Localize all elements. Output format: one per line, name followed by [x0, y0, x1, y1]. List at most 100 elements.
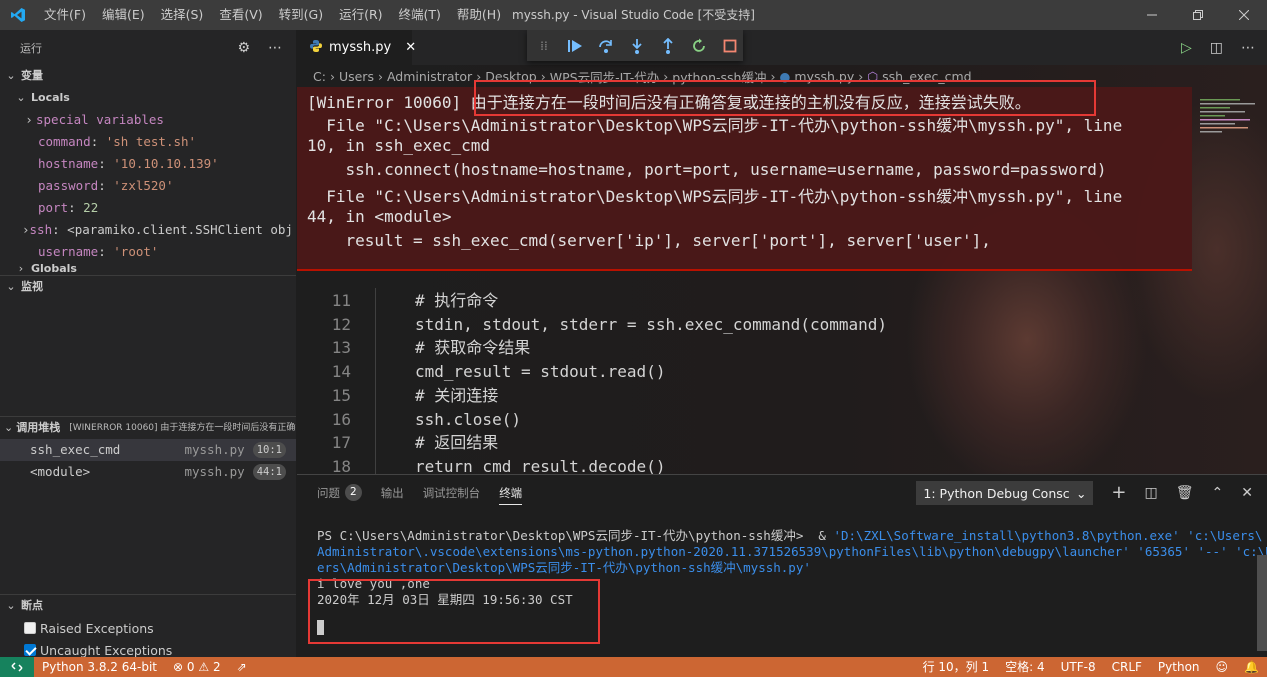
breadcrumb-item[interactable]: Desktop [485, 69, 537, 84]
tab-debug-console[interactable]: 调试控制台 [423, 475, 481, 510]
new-terminal-icon[interactable]: + [1111, 482, 1126, 503]
traceback-line: ssh.connect(hostname=hostname, port=port… [307, 160, 1107, 179]
special-variables-item[interactable]: › special variables [0, 109, 296, 131]
stack-frame[interactable]: ssh_exec_cmd myssh.py 10:1 [0, 439, 296, 461]
variables-section-header[interactable]: ⌄ 变量 [0, 65, 296, 87]
language-mode[interactable]: Python [1150, 657, 1208, 677]
code-line[interactable]: 18 return cmd_result.decode() [297, 455, 1192, 474]
step-over-button[interactable] [597, 37, 615, 55]
debug-toolbar: ⁞⁞ [527, 30, 743, 61]
line-text: ssh.close() [415, 410, 521, 429]
breadcrumb-item[interactable]: C: [313, 69, 326, 84]
menu-selection[interactable]: 选择(S) [153, 0, 212, 30]
close-panel-icon[interactable]: ✕ [1241, 485, 1253, 501]
chevron-right-icon: › [18, 263, 24, 275]
stop-button[interactable] [721, 37, 739, 55]
breakpoint-uncaught-exceptions[interactable]: Uncaught Exceptions [0, 639, 296, 657]
locals-scope[interactable]: ⌄ Locals [0, 87, 296, 109]
end-of-line[interactable]: CRLF [1104, 657, 1150, 677]
chevron-down-icon: ⌄ [4, 421, 14, 434]
run-file-icon[interactable]: ▷ [1181, 40, 1192, 56]
code-line[interactable]: 12 stdin, stdout, stderr = ssh.exec_comma… [297, 313, 1192, 337]
variable-item[interactable]: hostname: '10.10.10.139' [0, 153, 296, 175]
variable-item[interactable]: password: 'zxl520' [0, 175, 296, 197]
more-actions-icon[interactable]: ⋯ [1241, 40, 1255, 56]
line-text: # 返回结果 [415, 433, 499, 452]
close-tab-icon[interactable]: ✕ [405, 40, 416, 55]
terminal-scrollbar[interactable] [1257, 555, 1267, 651]
call-stack-header[interactable]: ⌄ 调用堆栈 [WINERROR 10060] 由于连接方在一段时间后没有正确答 [0, 417, 296, 439]
restore-button[interactable] [1175, 0, 1221, 30]
menu-run[interactable]: 运行(R) [331, 0, 390, 30]
tab-output[interactable]: 输出 [381, 475, 404, 510]
line-number: 17 [331, 433, 351, 452]
maximize-panel-icon[interactable]: ⌃ [1212, 485, 1224, 501]
breadcrumb-item[interactable]: python-ssh缓冲 [672, 67, 766, 86]
minimize-button[interactable] [1129, 0, 1175, 30]
menu-edit[interactable]: 编辑(E) [94, 0, 153, 30]
breadcrumb-item[interactable]: Administrator [387, 69, 472, 84]
menu-file[interactable]: 文件(F) [36, 0, 94, 30]
watch-section-header[interactable]: ⌄ 监视 [0, 275, 296, 297]
live-share-icon[interactable]: ⇗ [229, 657, 255, 677]
breakpoint-label: Raised Exceptions [40, 620, 154, 636]
drag-handle-icon[interactable]: ⁞⁞ [535, 37, 553, 55]
problems-summary[interactable]: ⊗ 0 ⚠ 2 [165, 657, 229, 677]
variable-item[interactable]: port: 22 [0, 197, 296, 219]
menu-terminal[interactable]: 终端(T) [391, 0, 449, 30]
code-line[interactable]: 13 # 获取命令结果 [297, 336, 1192, 360]
terminal-select[interactable]: 1: Python Debug Consc ⌄ [916, 480, 1094, 505]
variable-item[interactable]: username: 'root' [0, 241, 296, 263]
python-interpreter[interactable]: Python 3.8.2 64-bit [34, 657, 165, 677]
breadcrumb-item[interactable]: ssh_exec_cmd [882, 69, 971, 84]
globals-scope[interactable]: › Globals [0, 263, 296, 275]
continue-button[interactable] [566, 37, 584, 55]
editor-tab-myssh[interactable]: myssh.py ✕ [297, 30, 416, 65]
indentation[interactable]: 空格: 4 [997, 657, 1053, 677]
menu-help[interactable]: 帮助(H) [449, 0, 509, 30]
chevron-down-icon: ⌄ [6, 279, 16, 293]
chevron-right-icon: › [377, 68, 383, 84]
code-line[interactable]: 14 cmd_result = stdout.read() [297, 360, 1192, 384]
code-line[interactable]: 15 # 关闭连接 [297, 384, 1192, 408]
remote-indicator-icon[interactable] [0, 657, 34, 677]
feedback-icon[interactable]: ☺ [1208, 657, 1237, 677]
split-editor-icon[interactable]: ◫ [1210, 40, 1223, 56]
separator: : [68, 200, 84, 215]
code-line[interactable]: 16 ssh.close() [297, 408, 1192, 432]
close-window-button[interactable] [1221, 0, 1267, 30]
split-terminal-icon[interactable]: ◫ [1145, 485, 1158, 501]
minimap[interactable] [1192, 87, 1267, 474]
encoding[interactable]: UTF-8 [1053, 657, 1104, 677]
chevron-right-icon: › [540, 68, 546, 84]
raised-exceptions-checkbox[interactable] [24, 622, 36, 634]
tab-terminal[interactable]: 终端 [499, 475, 523, 510]
stack-frame[interactable]: <module> myssh.py 44:1 [0, 461, 296, 483]
step-into-button[interactable] [628, 37, 646, 55]
step-out-button[interactable] [659, 37, 677, 55]
breadcrumb-item[interactable]: WPS云同步-IT-代办 [550, 67, 660, 86]
breakpoint-raised-exceptions[interactable]: Raised Exceptions [0, 617, 296, 639]
breadcrumb-item[interactable]: Users [339, 69, 374, 84]
cursor-position[interactable]: 行 10，列 1 [915, 657, 998, 677]
chevron-down-icon: ⌄ [16, 91, 26, 104]
restart-button[interactable] [690, 37, 708, 55]
more-actions-icon[interactable]: ⋯ [268, 40, 282, 56]
code-line[interactable]: 17 # 返回结果 [297, 431, 1192, 455]
uncaught-exceptions-checkbox[interactable] [24, 644, 36, 656]
open-launch-json-icon[interactable]: ⚙ [237, 40, 250, 56]
code-line[interactable]: 11 # 执行命令 [297, 289, 1192, 313]
traceback-line[interactable]: File "C:\Users\Administrator\Desktop\WPS… [307, 112, 1122, 136]
variable-item-ssh[interactable]: › ssh: <paramiko.client.SSHClient obj... [0, 219, 296, 241]
traceback-line[interactable]: File "C:\Users\Administrator\Desktop\WPS… [307, 183, 1122, 207]
notifications-bell-icon[interactable]: 🔔 [1236, 657, 1267, 677]
menu-go[interactable]: 转到(G) [271, 0, 331, 30]
variable-item[interactable]: command: 'sh test.sh' [0, 131, 296, 153]
menu-view[interactable]: 查看(V) [211, 0, 270, 30]
trash-icon[interactable]: 🗑 [1176, 485, 1194, 501]
terminal-output[interactable]: PS C:\Users\Administrator\Desktop\WPS云同步… [317, 528, 1267, 635]
breadcrumb-item[interactable]: myssh.py [794, 69, 854, 84]
breakpoints-header[interactable]: ⌄ 断点 [0, 595, 296, 617]
terminal-command-arg: 'D:\ZXL\Software_install\python3.8\pytho… [833, 528, 1263, 543]
tab-problems[interactable]: 问题 2 [317, 475, 362, 510]
